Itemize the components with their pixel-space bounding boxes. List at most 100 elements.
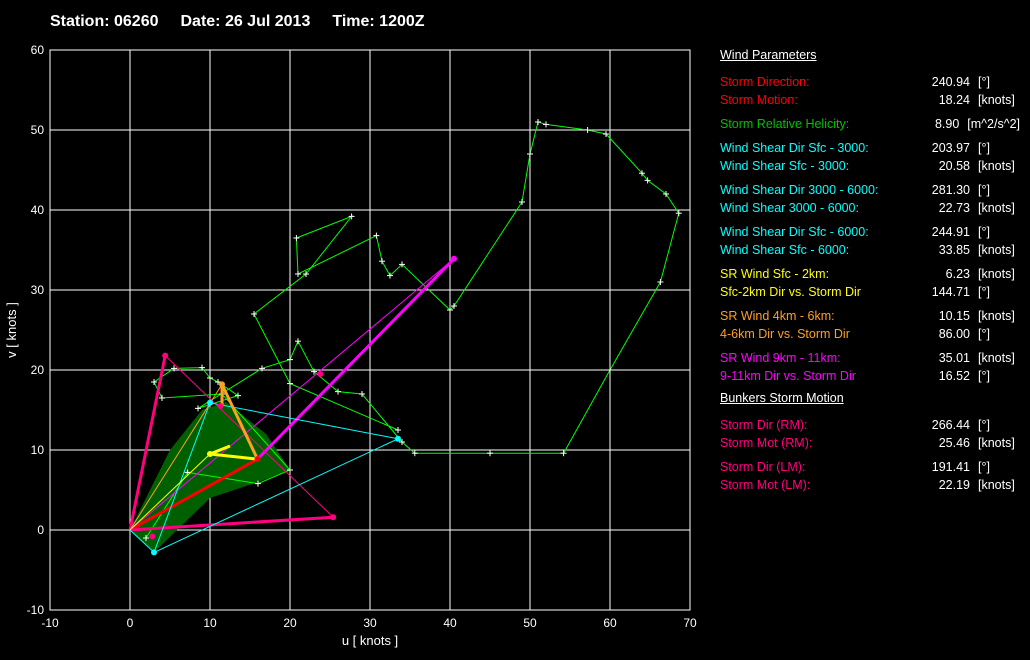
- parameter-unit: [knots]: [978, 267, 1015, 281]
- parameter-unit: [°]: [978, 75, 990, 89]
- parameter-value: 22.73: [938, 201, 970, 215]
- hodograph-chart: -10 0 10 20 30 40 50 60 70 -10 0 10 20 30 40 50 60 u [ kn…: [4, 43, 697, 648]
- parameter-label: Wind Shear Dir Sfc - 6000:: [720, 225, 869, 239]
- hodograph-marker: [584, 127, 591, 133]
- parameter-label: Sfc-2km Dir vs. Storm Dir: [720, 285, 861, 299]
- parameter-unit: [°]: [978, 327, 990, 341]
- parameter-label: Wind Shear Dir Sfc - 3000:: [720, 141, 869, 155]
- point-marker: [217, 403, 224, 409]
- hodograph-marker: [560, 450, 567, 457]
- parameter-row: 9-11km Dir vs. Storm Dir 16.52 [°]: [720, 367, 1020, 385]
- hodograph-marker: [287, 356, 293, 363]
- parameter-label: SR Wind 4km - 6km:: [720, 309, 835, 323]
- point-marker: [451, 255, 457, 262]
- x-tick-label: 60: [603, 616, 617, 630]
- parameter-row: Storm Dir (LM): 191.41 [°]: [720, 458, 1020, 476]
- parameter-value: 20.58: [938, 159, 970, 173]
- point-marker: [149, 533, 156, 540]
- series-sr-9-11km-thin: [129, 258, 455, 531]
- parameter-unit: [°]: [978, 141, 990, 155]
- parameter-row: Wind Shear Sfc - 6000: 33.85 [knots]: [720, 241, 1020, 259]
- x-tick-label: 0: [127, 616, 134, 630]
- parameter-unit: [m^2/s^2]: [967, 117, 1020, 131]
- point-marker: [207, 451, 213, 457]
- parameter-label: Wind Shear 3000 - 6000:: [720, 201, 859, 215]
- parameter-label: Storm Motion:: [720, 93, 798, 107]
- parameter-label: Wind Shear Sfc - 6000:: [720, 243, 850, 257]
- hodograph-marker: [395, 427, 401, 433]
- panel-title: Wind Parameters: [720, 48, 817, 62]
- parameter-label: Storm Dir (LM):: [720, 460, 806, 474]
- parameter-value: 203.97: [931, 141, 970, 155]
- point-marker: [254, 456, 261, 463]
- parameter-value: 8.90: [934, 117, 960, 131]
- parameter-row: Wind Shear Dir Sfc - 3000: 203.97 [°]: [720, 139, 1020, 157]
- parameter-unit: [knots]: [978, 159, 1015, 173]
- parameter-value: 33.85: [938, 243, 970, 257]
- parameter-unit: [knots]: [978, 309, 1015, 323]
- parameter-unit: [°]: [978, 285, 990, 299]
- parameter-label: 9-11km Dir vs. Storm Dir: [720, 369, 856, 383]
- parameter-row: Sfc-2km Dir vs. Storm Dir 144.71 [°]: [720, 283, 1020, 301]
- x-tick-label: 10: [203, 616, 217, 630]
- hodograph-marker: [373, 232, 380, 239]
- parameter-value: 266.44: [931, 418, 970, 432]
- parameter-unit: [°]: [978, 460, 990, 474]
- parameter-value: 16.52: [938, 369, 970, 383]
- parameter-row: Storm Mot (LM): 22.19 [knots]: [720, 476, 1020, 494]
- parameter-unit: [knots]: [978, 478, 1015, 492]
- parameter-row: SR Wind Sfc - 2km: 6.23 [knots]: [720, 265, 1020, 283]
- parameter-label: Storm Relative Helicity:: [720, 117, 850, 131]
- parameter-label: Storm Direction:: [720, 75, 810, 89]
- parameter-value: 10.15: [938, 309, 970, 323]
- x-tick-label: 70: [683, 616, 697, 630]
- parameter-row: Wind Shear Dir Sfc - 6000: 244.91 [°]: [720, 223, 1020, 241]
- parameter-row: Wind Shear Dir 3000 - 6000: 281.30 [°]: [720, 181, 1020, 199]
- parameter-unit: [°]: [978, 225, 990, 239]
- x-tick-label: 20: [283, 616, 297, 630]
- parameter-label: Wind Shear Dir 3000 - 6000:: [720, 183, 879, 197]
- parameter-unit: [knots]: [978, 201, 1015, 215]
- parameter-value: 6.23: [945, 267, 970, 281]
- y-tick-label: 40: [31, 203, 45, 217]
- hodograph-marker: [535, 119, 541, 125]
- parameter-value: 240.94: [931, 75, 970, 89]
- parameter-unit: [°]: [978, 418, 990, 432]
- wind-parameters-panel: Wind Parameters Storm Direction: 240.94 [°]…: [720, 48, 1020, 500]
- x-tick-label: 50: [523, 616, 537, 630]
- parameter-value: 22.19: [938, 478, 970, 492]
- parameter-unit: [knots]: [978, 351, 1015, 365]
- parameter-label: Storm Dir (RM):: [720, 418, 808, 432]
- parameter-label: Storm Mot (RM):: [720, 436, 813, 450]
- x-tick-label: 30: [363, 616, 377, 630]
- parameter-label: Wind Shear Sfc - 3000:: [720, 159, 850, 173]
- parameter-unit: [knots]: [978, 436, 1015, 450]
- hodograph-marker: [543, 121, 549, 128]
- parameter-row: SR Wind 9km - 11km: 35.01 [knots]: [720, 349, 1020, 367]
- parameter-label: 4-6km Dir vs. Storm Dir: [720, 327, 850, 341]
- parameter-row: Storm Direction: 240.94 [°]: [720, 73, 1020, 91]
- y-axis-label: v [ knots ]: [4, 302, 19, 358]
- x-tick-label: 40: [443, 616, 457, 630]
- hodograph-marker: [235, 392, 241, 399]
- hodograph-marker: [607, 367, 613, 373]
- hodograph-marker: [519, 199, 525, 205]
- point-marker: [317, 371, 324, 377]
- point-marker: [207, 399, 213, 406]
- x-axis-label: u [ knots ]: [342, 633, 398, 648]
- parameter-value: 25.46: [938, 436, 970, 450]
- hodograph-marker: [675, 210, 682, 217]
- parameter-row: Wind Shear Sfc - 3000: 20.58 [knots]: [720, 157, 1020, 175]
- parameter-label: Storm Mot (LM):: [720, 478, 811, 492]
- hodograph-marker: [159, 395, 165, 401]
- hodograph-marker: [195, 405, 201, 412]
- point-marker: [162, 352, 169, 359]
- parameter-label: SR Wind 9km - 11km:: [720, 351, 841, 365]
- hodograph-marker: [295, 338, 301, 345]
- parameter-row: Storm Mot (RM): 25.46 [knots]: [720, 434, 1020, 452]
- hodograph-marker: [379, 258, 385, 265]
- point-marker: [219, 381, 225, 388]
- y-tick-label: -10: [27, 603, 45, 617]
- hodograph-marker: [287, 380, 293, 387]
- hodograph-marker: [657, 279, 664, 285]
